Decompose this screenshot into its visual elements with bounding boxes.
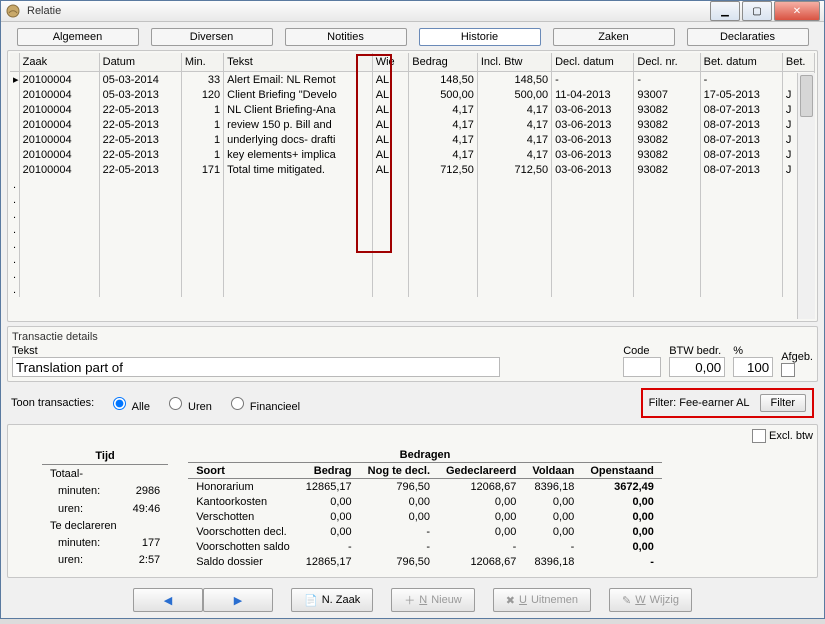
prev-button[interactable]: ◀ <box>133 588 203 612</box>
edit-icon: ✎ <box>622 594 631 607</box>
table-row[interactable]: 2010000422-05-20131underlying docs- draf… <box>10 132 815 147</box>
col-header[interactable]: Bet. <box>782 53 814 72</box>
history-table[interactable]: ZaakDatumMin.TekstWieBedragIncl. BtwDecl… <box>10 53 815 319</box>
tekst-input[interactable] <box>12 357 500 377</box>
scrollbar-thumb[interactable] <box>800 75 813 117</box>
excl-btw-label: Excl. btw <box>769 430 813 442</box>
col-header[interactable]: Datum <box>99 53 181 72</box>
col-header[interactable]: Wie <box>372 53 409 72</box>
table-row[interactable]: 2010000422-05-20131review 150 p. Bill an… <box>10 117 815 132</box>
btw-input[interactable] <box>669 357 725 377</box>
tab-notities[interactable]: Notities <box>285 28 407 46</box>
col-header[interactable]: Zaak <box>19 53 99 72</box>
close-button[interactable]: ✕ <box>774 1 820 21</box>
pct-label: % <box>733 345 773 357</box>
col-header[interactable]: Decl. nr. <box>634 53 700 72</box>
radio-alle[interactable]: Alle <box>108 394 150 413</box>
tab-algemeen[interactable]: Algemeen <box>17 28 139 46</box>
tab-historie[interactable]: Historie <box>419 28 541 46</box>
filter-button[interactable]: Filter <box>760 394 806 412</box>
excl-btw-checkbox[interactable] <box>752 429 766 443</box>
col-header[interactable]: Decl. datum <box>552 53 634 72</box>
nieuwe-zaak-button[interactable]: 📄N. Zaak <box>291 588 373 612</box>
window-title: Relatie <box>27 5 708 17</box>
table-row[interactable]: 2010000405-03-2013120Client Briefing "De… <box>10 87 815 102</box>
col-header[interactable]: Tekst <box>224 53 373 72</box>
radio-uren[interactable]: Uren <box>164 394 212 413</box>
tab-diversen[interactable]: Diversen <box>151 28 273 46</box>
pct-input[interactable] <box>733 357 773 377</box>
uitnemen-button[interactable]: ✖UUitnemen <box>493 588 591 612</box>
col-header[interactable]: Bedrag <box>409 53 478 72</box>
details-title: Transactie details <box>12 331 813 343</box>
code-input[interactable] <box>623 357 661 377</box>
plus-icon: ＋ <box>404 592 415 608</box>
afgeb-label: Afgeb. <box>781 351 813 363</box>
tijd-summary: Tijd Totaal- minuten:2986 uren:49:46 Te … <box>42 447 168 569</box>
maximize-button[interactable]: ▢ <box>742 1 772 21</box>
toon-label: Toon transacties: <box>11 397 94 409</box>
tab-zaken[interactable]: Zaken <box>553 28 675 46</box>
afgeb-checkbox[interactable] <box>781 363 795 377</box>
remove-icon: ✖ <box>506 594 515 607</box>
btw-label: BTW bedr. <box>669 345 725 357</box>
app-icon <box>5 3 21 19</box>
tekst-label: Tekst <box>12 345 593 357</box>
code-label: Code <box>623 345 661 357</box>
table-row[interactable]: 2010000422-05-20131key elements+ implica… <box>10 147 815 162</box>
filter-label: Filter: Fee-earner AL <box>649 397 750 409</box>
radio-financieel[interactable]: Financieel <box>226 394 300 413</box>
tab-declaraties[interactable]: Declaraties <box>687 28 809 46</box>
wijzig-button[interactable]: ✎WWijzig <box>609 588 692 612</box>
table-row[interactable]: 2010000422-05-20131NL Client Briefing-An… <box>10 102 815 117</box>
filter-box: Filter: Fee-earner AL Filter <box>641 388 814 418</box>
col-header[interactable]: Min. <box>181 53 223 72</box>
table-row[interactable]: 2010000422-05-2013171Total time mitigate… <box>10 162 815 177</box>
next-button[interactable]: ▶ <box>203 588 273 612</box>
table-row[interactable]: ▸2010000405-03-201433Alert Email: NL Rem… <box>10 72 815 88</box>
minimize-button[interactable]: ▁ <box>710 1 740 21</box>
bedragen-summary: BedragenSoortBedragNog te decl.Gedeclare… <box>188 447 662 569</box>
nieuw-button[interactable]: ＋NNieuw <box>391 588 475 612</box>
new-icon: 📄 <box>304 594 318 607</box>
col-header[interactable]: Bet. datum <box>700 53 782 72</box>
vertical-scrollbar[interactable] <box>797 73 815 319</box>
col-header[interactable]: Incl. Btw <box>477 53 551 72</box>
titlebar[interactable]: Relatie ▁ ▢ ✕ <box>1 1 824 22</box>
